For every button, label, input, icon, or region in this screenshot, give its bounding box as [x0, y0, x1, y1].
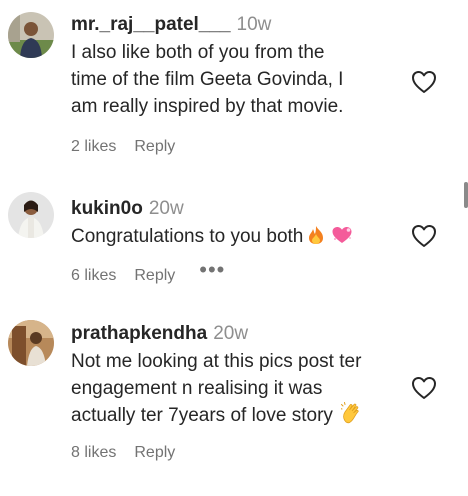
avatar-photo-icon	[8, 192, 54, 238]
heart-outline-icon	[412, 225, 436, 247]
comment-time: 10w	[236, 14, 272, 35]
comment-body: mr._raj__patel___ 10w I also like both of…	[71, 13, 411, 120]
reply-button[interactable]: Reply	[134, 137, 175, 157]
avatar[interactable]	[8, 12, 54, 58]
reply-button[interactable]: Reply	[134, 443, 175, 463]
comment-time: 20w	[213, 323, 249, 344]
comment-text: I also like both of you from the time of…	[71, 42, 344, 117]
heart-outline-icon	[412, 377, 436, 399]
comment-header: mr._raj__patel___ 10w	[71, 13, 411, 37]
avatar-photo-icon	[8, 12, 54, 58]
comment-text: Congratulations to you both	[71, 223, 411, 253]
comment-time: 20w	[148, 198, 184, 219]
more-options-button[interactable]: •••	[199, 259, 225, 281]
comment-body: prathapkendha 20w Not me looking at this …	[71, 322, 411, 432]
scrollbar-thumb[interactable]	[464, 182, 468, 208]
comment-text-content: Not me looking at this pics post ter eng…	[71, 351, 362, 426]
username-link[interactable]: mr._raj__patel___	[71, 14, 231, 35]
avatar-photo-icon	[8, 320, 54, 366]
pink-heart-emoji-icon	[331, 225, 353, 253]
likes-count[interactable]: 8 likes	[71, 443, 116, 463]
heart-outline-icon	[412, 71, 436, 93]
username-link[interactable]: kukin0o	[71, 198, 143, 219]
likes-count[interactable]: 6 likes	[71, 266, 116, 286]
reply-button[interactable]: Reply	[134, 266, 175, 286]
comment-text: Not me looking at this pics post ter eng…	[71, 348, 411, 432]
like-button[interactable]	[411, 376, 437, 400]
comment-header: kukin0o 20w	[71, 197, 411, 221]
like-button[interactable]	[411, 224, 437, 248]
clapping-hands-emoji-icon	[339, 402, 361, 432]
username-link[interactable]: prathapkendha	[71, 323, 207, 344]
comment-header: prathapkendha 20w	[71, 322, 411, 346]
comment-meta: 8 likes Reply	[71, 443, 175, 463]
comment-meta: 2 likes Reply	[71, 137, 175, 157]
avatar[interactable]	[8, 320, 54, 366]
avatar[interactable]	[8, 192, 54, 238]
comment-meta: 6 likes Reply •••	[71, 259, 225, 286]
likes-count[interactable]: 2 likes	[71, 137, 116, 157]
comment-body: kukin0o 20w Congratulations to you both	[71, 197, 411, 253]
fire-emoji-icon	[307, 225, 325, 253]
like-button[interactable]	[411, 70, 437, 94]
comment-text-content: Congratulations to you both	[71, 226, 304, 247]
